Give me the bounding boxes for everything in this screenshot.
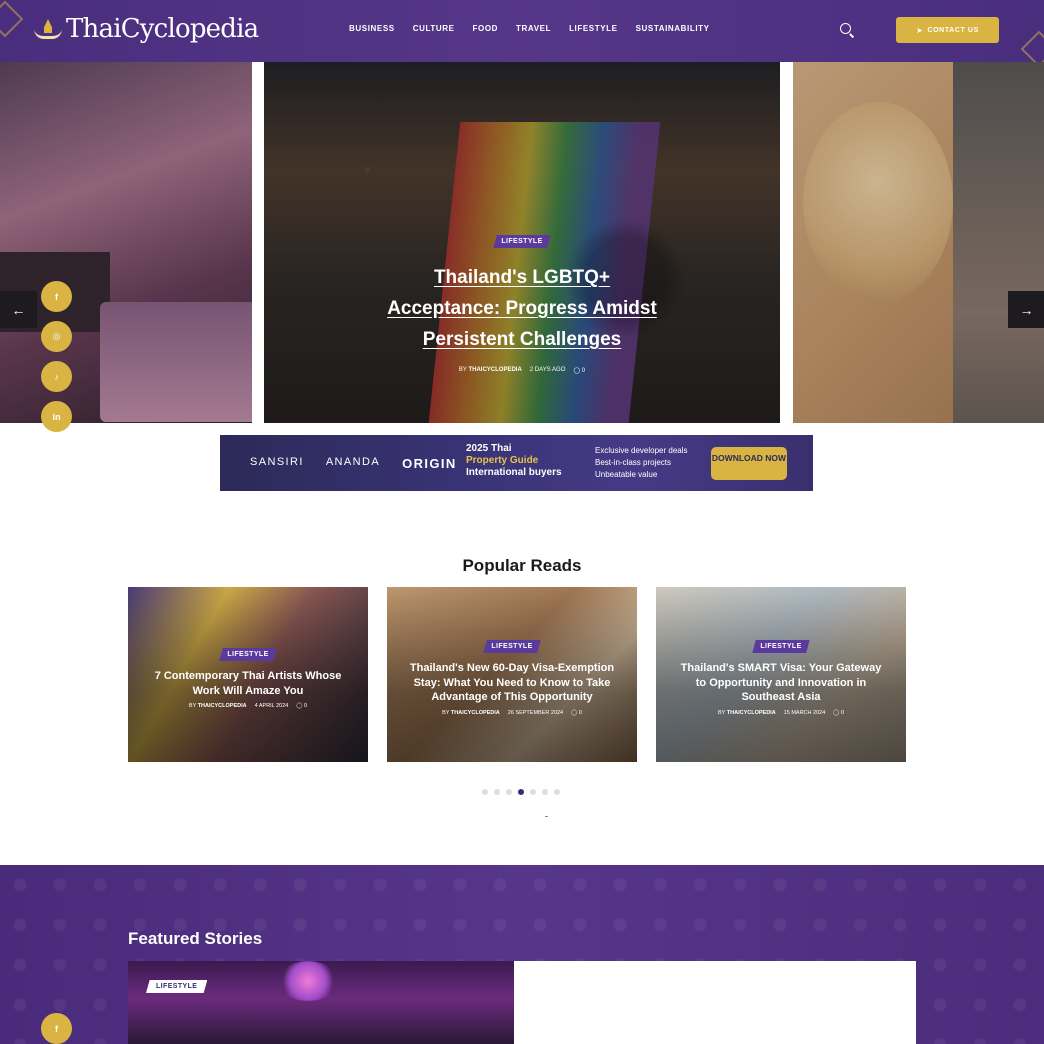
- hero-caption: LIFESTYLE Thailand's LGBTQ+ Acceptance: …: [264, 230, 780, 374]
- slider-prev-button[interactable]: ←: [0, 291, 37, 328]
- featured-story-panel[interactable]: [514, 961, 916, 1044]
- hero-meta: BY THAICYCLOPEDIA 2 DAYS AGO ◯ 0: [264, 367, 780, 374]
- banner-brands: SANSIRI ANANDA ORIGIN: [250, 456, 457, 471]
- popular-card[interactable]: LIFESTYLE Thailand's SMART Visa: Your Ga…: [656, 587, 906, 762]
- tiktok-icon[interactable]: ♪: [41, 361, 72, 392]
- card-body: LIFESTYLE 7 Contemporary Thai Artists Wh…: [128, 643, 368, 709]
- search-icon[interactable]: [840, 23, 855, 38]
- card-date: 26 SEPTEMBER 2024: [507, 709, 564, 716]
- card-comments[interactable]: ◯ 0: [571, 710, 582, 716]
- property-guide-banner[interactable]: SANSIRI ANANDA ORIGIN 2025 Thai Property…: [220, 435, 813, 491]
- card-date: 15 MARCH 2024: [783, 709, 826, 716]
- contact-us-button[interactable]: ➤ CONTACT US: [896, 17, 999, 43]
- nav-food[interactable]: FOOD: [473, 24, 499, 33]
- hero-date: 2 DAYS AGO: [529, 367, 566, 373]
- card-author[interactable]: THAICYCLOPEDIA: [727, 710, 776, 716]
- linkedin-icon[interactable]: in: [41, 401, 72, 432]
- card-author[interactable]: THAICYCLOPEDIA: [198, 703, 247, 709]
- arrow-left-icon: ←: [11, 301, 26, 318]
- nav-sustainability[interactable]: SUSTAINABILITY: [636, 24, 710, 33]
- card-title[interactable]: 7 Contemporary Thai Artists Whose Work W…: [128, 669, 368, 698]
- featured-category-badge[interactable]: LIFESTYLE: [146, 980, 208, 993]
- divider: [545, 816, 548, 817]
- logo-text: ThaiCyclopedia: [66, 14, 259, 44]
- card-author[interactable]: THAICYCLOPEDIA: [451, 710, 500, 716]
- slide-prev-image[interactable]: [0, 62, 252, 423]
- instagram-icon[interactable]: ◎: [41, 321, 72, 352]
- carousel-dot[interactable]: [494, 789, 500, 795]
- card-category-badge[interactable]: LIFESTYLE: [752, 640, 810, 653]
- hero-byline: BY THAICYCLOPEDIA: [458, 367, 522, 373]
- card-meta: BY THAICYCLOPEDIA 26 SEPTEMBER 2024 ◯ 0: [442, 709, 582, 716]
- facebook-icon[interactable]: f: [41, 281, 72, 312]
- brand-ananda: ANANDA: [325, 456, 381, 468]
- logo-temple-book-icon: [34, 19, 62, 39]
- header-ornament-left: [0, 0, 24, 38]
- popular-reads-title: Popular Reads: [462, 556, 582, 575]
- hero-slider: LIFESTYLE Thailand's LGBTQ+ Acceptance: …: [0, 62, 1044, 423]
- card-title[interactable]: Thailand's SMART Visa: Your Gateway to O…: [656, 661, 906, 705]
- hero-author[interactable]: THAICYCLOPEDIA: [468, 367, 521, 373]
- carousel-dot[interactable]: [542, 789, 548, 795]
- featured-stories-section: Featured Stories: [0, 865, 1044, 1044]
- facebook-icon[interactable]: f: [41, 1013, 72, 1044]
- nav-culture[interactable]: CULTURE: [413, 24, 455, 33]
- hero-title[interactable]: Thailand's LGBTQ+ Acceptance: Progress A…: [264, 262, 780, 355]
- slider-next-button[interactable]: →: [1008, 291, 1044, 328]
- brand-origin: ORIGIN: [402, 456, 457, 471]
- featured-story-image[interactable]: [128, 961, 514, 1044]
- card-category-badge[interactable]: LIFESTYLE: [219, 648, 277, 661]
- card-comments[interactable]: ◯ 0: [296, 703, 307, 709]
- brand-sansiri: SANSIRI: [250, 456, 304, 468]
- contact-us-label: CONTACT US: [927, 26, 979, 34]
- site-logo[interactable]: ThaiCyclopedia: [34, 14, 259, 44]
- nav-travel[interactable]: TRAVEL: [516, 24, 551, 33]
- carousel-dot[interactable]: [506, 789, 512, 795]
- site-header: ThaiCyclopedia BUSINESS CULTURE FOOD TRA…: [0, 0, 1044, 68]
- banner-guide-text: 2025 Thai Property Guide International b…: [466, 443, 562, 478]
- banner-download-button[interactable]: DOWNLOAD NOW: [711, 447, 787, 480]
- main-nav: BUSINESS CULTURE FOOD TRAVEL LIFESTYLE S…: [349, 24, 710, 33]
- card-title[interactable]: Thailand's New 60-Day Visa-Exemption Sta…: [387, 661, 637, 705]
- card-category-badge[interactable]: LIFESTYLE: [483, 640, 541, 653]
- comment-icon: ◯: [573, 368, 581, 374]
- carousel-dot[interactable]: [482, 789, 488, 795]
- featured-stories-title: Featured Stories: [128, 929, 263, 948]
- card-date: 4 APRIL 2024: [254, 703, 289, 709]
- paper-plane-icon: ➤: [916, 25, 924, 35]
- card-body: LIFESTYLE Thailand's SMART Visa: Your Ga…: [656, 635, 906, 716]
- carousel-dot[interactable]: [554, 789, 560, 795]
- comment-icon: ◯: [833, 709, 840, 716]
- slide-next-image[interactable]: [793, 62, 1044, 423]
- arrow-right-icon: →: [1019, 301, 1034, 318]
- popular-card[interactable]: LIFESTYLE 7 Contemporary Thai Artists Wh…: [128, 587, 368, 762]
- card-meta: BY THAICYCLOPEDIA 15 MARCH 2024 ◯ 0: [718, 709, 844, 716]
- nav-lifestyle[interactable]: LIFESTYLE: [569, 24, 618, 33]
- card-comments[interactable]: ◯ 0: [833, 710, 844, 716]
- card-body: LIFESTYLE Thailand's New 60-Day Visa-Exe…: [387, 635, 637, 716]
- carousel-dot[interactable]: [530, 789, 536, 795]
- page: ThaiCyclopedia BUSINESS CULTURE FOOD TRA…: [0, 0, 1044, 1044]
- banner-perks: Exclusive developer deals Best-in-class …: [595, 446, 688, 479]
- carousel-dots: [482, 789, 560, 795]
- hero-comments[interactable]: ◯ 0: [573, 367, 585, 374]
- hero-category-badge[interactable]: LIFESTYLE: [493, 235, 551, 248]
- card-meta: BY THAICYCLOPEDIA 4 APRIL 2024 ◯ 0: [188, 703, 308, 709]
- comment-icon: ◯: [296, 703, 303, 709]
- comment-icon: ◯: [571, 709, 578, 716]
- nav-business[interactable]: BUSINESS: [349, 24, 395, 33]
- popular-card[interactable]: LIFESTYLE Thailand's New 60-Day Visa-Exe…: [387, 587, 637, 762]
- carousel-dot-active[interactable]: [518, 789, 524, 795]
